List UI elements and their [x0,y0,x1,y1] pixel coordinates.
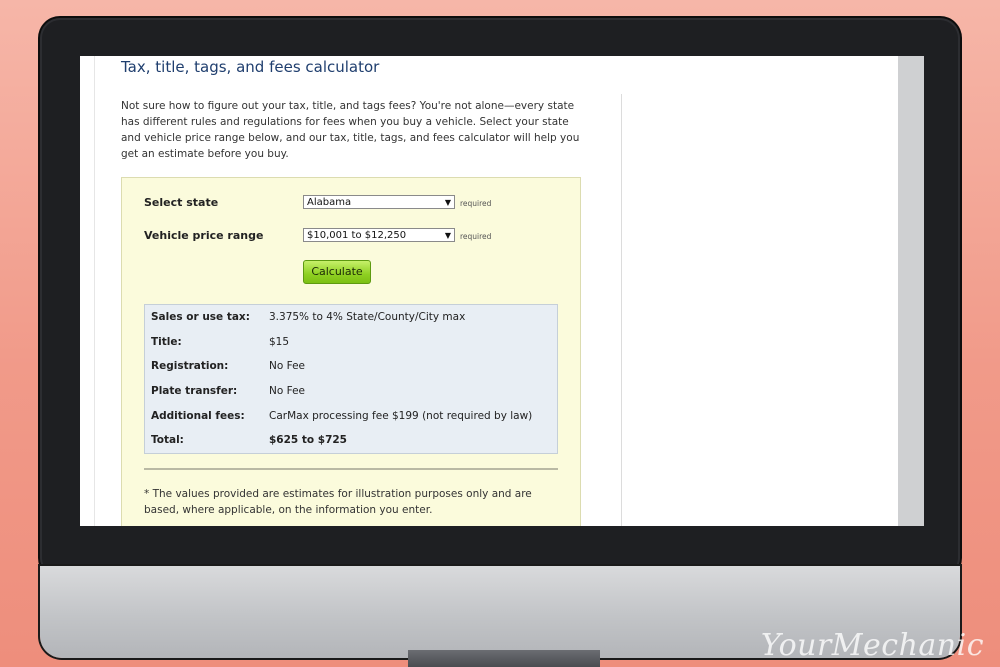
result-value: No Fee [269,360,306,372]
monitor-screen: Tax, title, tags, and fees calculator No… [80,56,924,526]
price-range-select[interactable]: $10,001 to $12,250 ▼ [303,228,455,242]
state-select-value: Alabama [307,197,352,208]
result-value: $15 [269,336,290,348]
result-label: Sales or use tax: [151,311,250,323]
result-value: $625 to $725 [269,434,347,446]
result-label: Registration: [151,360,229,372]
result-label: Total: [151,434,184,446]
page-title: Tax, title, tags, and fees calculator [121,58,380,76]
result-value: No Fee [269,385,306,397]
calculator-panel: Select state Alabama ▼ required Vehicle … [121,177,581,526]
content-edge [94,56,95,526]
right-column-divider [621,94,622,526]
price-required-note: required [460,232,492,241]
result-label: Title: [151,336,182,348]
results-table: Sales or use tax: 3.375% to 4% State/Cou… [144,304,558,454]
result-label: Additional fees: [151,410,245,422]
result-label: Plate transfer: [151,385,238,397]
price-label: Vehicle price range [144,229,264,242]
intro-text: Not sure how to figure out your tax, tit… [121,100,580,160]
dropdown-arrow-icon: ▼ [444,231,451,240]
footnote: * The values provided are estimates for … [144,488,532,516]
state-label: Select state [144,196,219,209]
result-value: 3.375% to 4% State/County/City max [269,311,466,323]
state-required-note: required [460,199,492,208]
yourmechanic-logo: YourMechanic [760,628,984,663]
result-value: CarMax processing fee $199 (not required… [269,410,533,422]
divider [144,468,558,470]
dropdown-arrow-icon: ▼ [444,198,451,207]
price-range-select-value: $10,001 to $12,250 [307,230,407,241]
calculate-button[interactable]: Calculate [303,260,371,284]
monitor-stand [408,650,600,667]
state-select[interactable]: Alabama ▼ [303,195,455,209]
